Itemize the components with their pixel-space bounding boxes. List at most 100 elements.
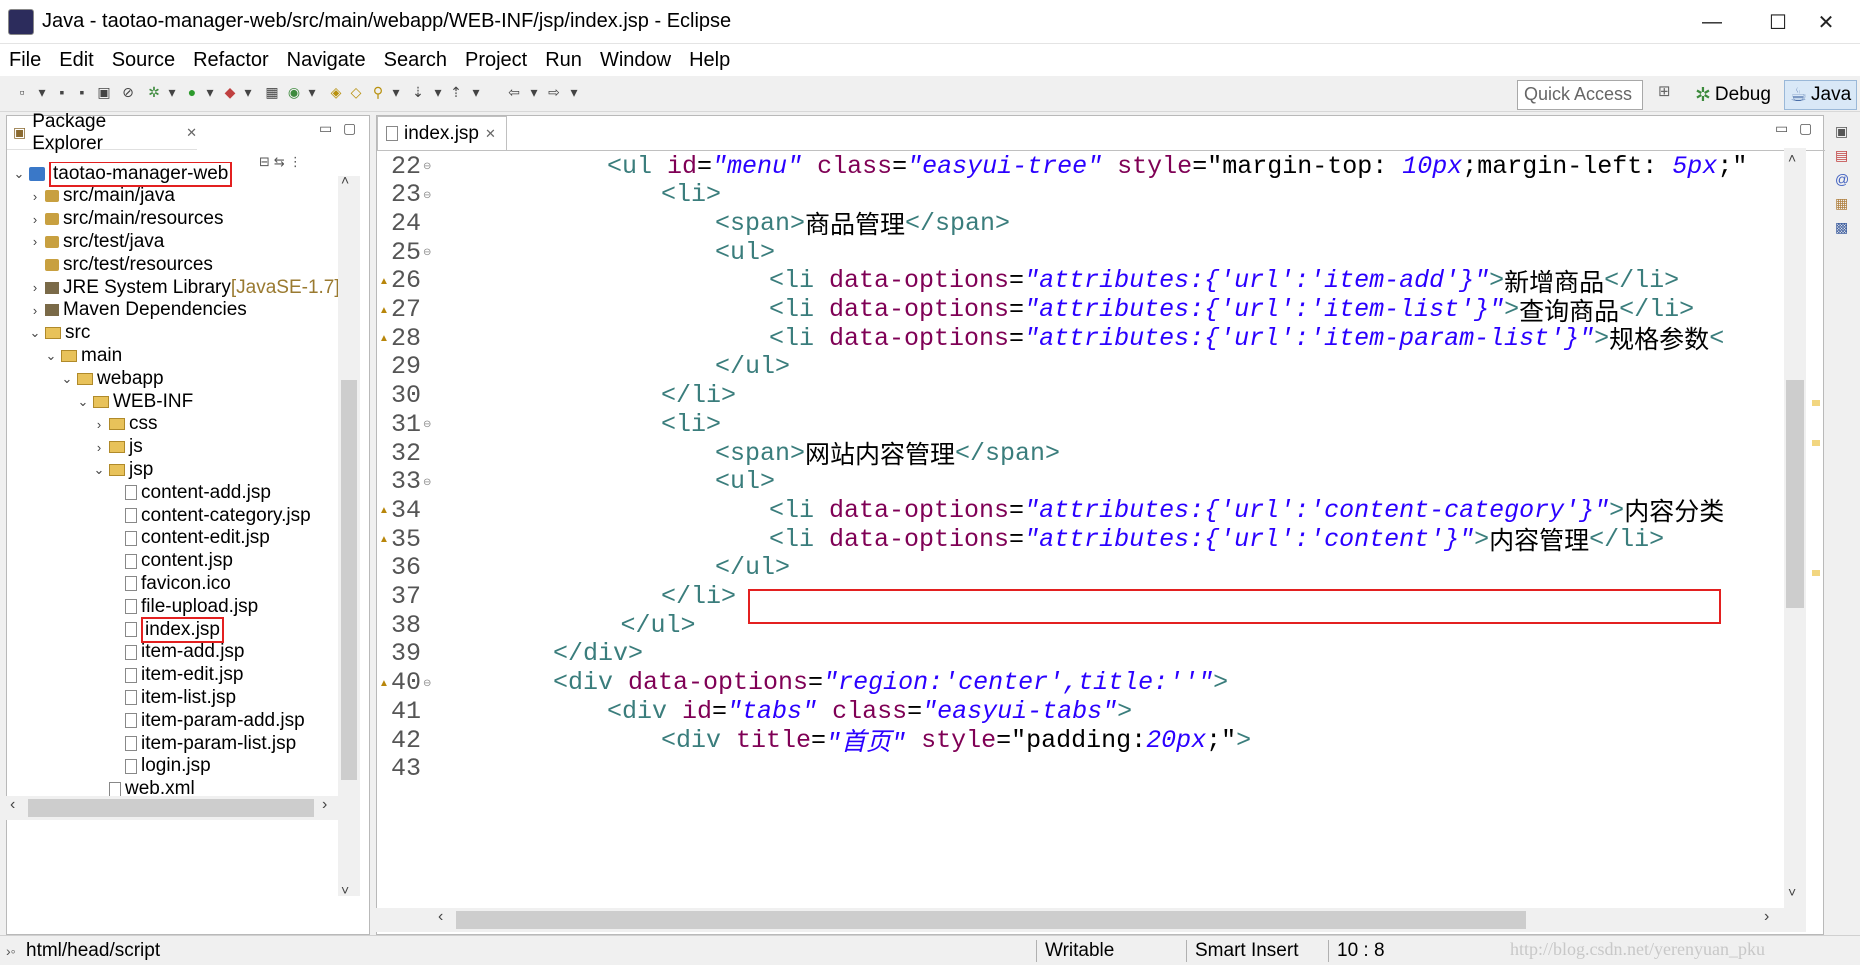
new-class-icon[interactable]: ◉: [284, 82, 304, 102]
editor-hscroll-thumb[interactable]: [456, 911, 1526, 929]
overview-marker[interactable]: [1812, 440, 1820, 446]
collapsed-chevron-icon[interactable]: ›: [27, 303, 43, 318]
collapsed-chevron-icon[interactable]: ›: [27, 189, 43, 204]
dropdown-icon[interactable]: ▾: [238, 82, 258, 102]
warning-icon[interactable]: ▲: [379, 505, 389, 516]
console-icon[interactable]: ▩: [1835, 219, 1848, 236]
minimize-button[interactable]: —: [1676, 0, 1748, 44]
print-icon[interactable]: ▣: [94, 82, 114, 102]
code-token: >: [1474, 524, 1490, 554]
dropdown-icon[interactable]: ▾: [466, 82, 486, 102]
editor-tab-index-jsp[interactable]: index.jsp ✕: [377, 116, 507, 150]
maximize-view-icon[interactable]: ▢: [343, 120, 356, 137]
search-icon[interactable]: ⚲: [368, 82, 388, 102]
maximize-editor-icon[interactable]: ▢: [1799, 120, 1812, 137]
dropdown-icon[interactable]: ▾: [564, 82, 584, 102]
save-icon[interactable]: ▪: [52, 82, 72, 102]
warning-icon[interactable]: ▲: [379, 305, 389, 316]
expanded-chevron-icon[interactable]: ⌄: [75, 394, 91, 410]
dropdown-icon[interactable]: ▾: [32, 82, 52, 102]
dropdown-icon[interactable]: ▾: [162, 82, 182, 102]
perspective-java[interactable]: ☕ Java: [1784, 80, 1858, 110]
warning-icon[interactable]: ▲: [379, 678, 389, 689]
back-icon[interactable]: ⇦: [504, 82, 524, 102]
outline-icon[interactable]: ▤: [1835, 147, 1848, 164]
scroll-down-icon[interactable]: ˅: [1788, 884, 1796, 900]
menu-run[interactable]: Run: [536, 49, 591, 72]
perspective-debug[interactable]: ✲ Debug: [1690, 80, 1776, 110]
collapsed-chevron-icon[interactable]: ›: [91, 440, 107, 455]
run-icon[interactable]: ●: [182, 82, 202, 102]
fold-toggle-icon[interactable]: ⊖: [423, 477, 431, 488]
scroll-left-icon[interactable]: ‹: [10, 796, 15, 814]
menu-refactor[interactable]: Refactor: [184, 49, 278, 72]
expanded-chevron-icon[interactable]: ⌄: [11, 166, 27, 182]
menu-source[interactable]: Source: [103, 49, 184, 72]
dropdown-icon[interactable]: ▾: [386, 82, 406, 102]
collapsed-chevron-icon[interactable]: ›: [27, 234, 43, 249]
dropdown-icon[interactable]: ▾: [428, 82, 448, 102]
expanded-chevron-icon[interactable]: ⌄: [27, 325, 43, 341]
minimize-view-icon[interactable]: ▭: [319, 120, 332, 137]
open-perspective-icon[interactable]: ⊞: [1658, 82, 1678, 108]
explorer-scroll-thumb[interactable]: [341, 380, 357, 780]
forward-icon[interactable]: ⇨: [544, 82, 564, 102]
fold-toggle-icon[interactable]: ⊖: [423, 678, 431, 689]
package-explorer-tab[interactable]: ▣ Package Explorer ✕: [7, 111, 197, 154]
menu-file[interactable]: File: [0, 49, 50, 72]
editor-scroll-thumb[interactable]: [1786, 380, 1804, 608]
warning-icon[interactable]: ▲: [379, 333, 389, 344]
dropdown-icon[interactable]: ▾: [200, 82, 220, 102]
menu-project[interactable]: Project: [456, 49, 536, 72]
prev-annotation-icon[interactable]: ⇡: [446, 82, 466, 102]
problems-icon[interactable]: ▦: [1835, 195, 1848, 212]
menu-edit[interactable]: Edit: [50, 49, 102, 72]
external-tools-icon[interactable]: ◆: [220, 82, 240, 102]
expanded-chevron-icon[interactable]: ⌄: [59, 371, 75, 387]
menu-help[interactable]: Help: [680, 49, 739, 72]
save-all-icon[interactable]: ▪: [72, 82, 92, 102]
warning-icon[interactable]: ▲: [379, 534, 389, 545]
dropdown-icon[interactable]: ▾: [524, 82, 544, 102]
scroll-left-icon[interactable]: ‹: [438, 908, 443, 926]
scroll-down-icon[interactable]: ˅: [341, 882, 349, 898]
expanded-chevron-icon[interactable]: ⌄: [43, 348, 59, 364]
scroll-up-icon[interactable]: ˄: [341, 172, 349, 188]
close-icon[interactable]: ✕: [186, 125, 197, 141]
menu-search[interactable]: Search: [375, 49, 456, 72]
open-resource-icon[interactable]: ◇: [346, 82, 366, 102]
next-annotation-icon[interactable]: ⇣: [408, 82, 428, 102]
fold-toggle-icon[interactable]: ⊖: [423, 161, 431, 172]
collapsed-chevron-icon[interactable]: ›: [27, 212, 43, 227]
dropdown-icon[interactable]: ▾: [302, 82, 322, 102]
new-icon[interactable]: ▫: [12, 82, 32, 102]
close-icon[interactable]: ✕: [485, 126, 496, 142]
fold-toggle-icon[interactable]: ⊖: [423, 190, 431, 201]
warning-icon[interactable]: ▲: [379, 276, 389, 287]
quick-access-field[interactable]: Quick Access: [1517, 80, 1643, 110]
scroll-right-icon[interactable]: ›: [322, 796, 327, 814]
close-button[interactable]: ✕: [1790, 0, 1860, 44]
scroll-right-icon[interactable]: ›: [1764, 908, 1769, 926]
code-area[interactable]: <ul id = "menu" class = "easyui-tree" style =…: [445, 151, 1785, 911]
new-server-icon[interactable]: ▦: [262, 82, 282, 102]
task-list-icon[interactable]: @: [1835, 171, 1849, 187]
collapsed-chevron-icon[interactable]: ›: [91, 417, 107, 432]
minimize-editor-icon[interactable]: ▭: [1775, 120, 1788, 137]
collapsed-chevron-icon[interactable]: ›: [27, 280, 43, 295]
scroll-up-icon[interactable]: ˄: [1788, 150, 1796, 166]
fold-toggle-icon[interactable]: ⊖: [423, 419, 431, 430]
fold-toggle-icon[interactable]: ⊖: [423, 247, 431, 258]
menu-navigate[interactable]: Navigate: [278, 49, 375, 72]
overview-marker[interactable]: [1812, 570, 1820, 576]
code-token: <ul: [607, 151, 668, 181]
explorer-hscroll-thumb[interactable]: [28, 799, 314, 817]
skip-breakpoints-icon[interactable]: ⊘: [118, 82, 138, 102]
expanded-chevron-icon[interactable]: ⌄: [91, 462, 107, 478]
open-type-icon[interactable]: ◈: [326, 82, 346, 102]
restore-icon[interactable]: ▣: [1835, 123, 1848, 140]
menu-window[interactable]: Window: [591, 49, 680, 72]
debug-icon[interactable]: ✲: [144, 82, 164, 102]
overview-marker[interactable]: [1812, 400, 1820, 406]
jsp-file-icon: [125, 530, 137, 546]
